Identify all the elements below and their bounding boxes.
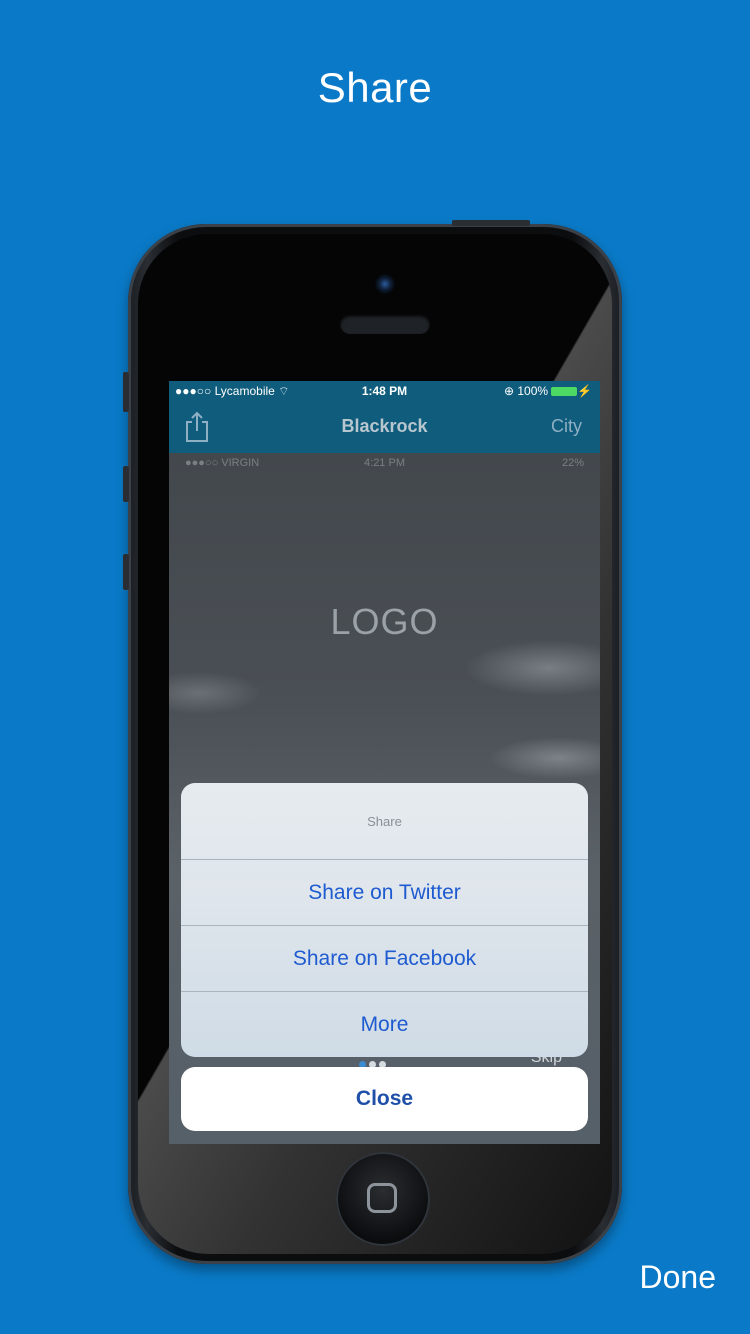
page-title: Share (317, 64, 433, 111)
charging-icon: ⚡ (577, 384, 592, 398)
inner-time: 4:21 PM (364, 457, 405, 469)
status-bar: ●●●○○ Lycamobile ⌔ 1:48 PM ⊕ 100% ⚡ (169, 381, 600, 401)
power-button (452, 220, 530, 226)
front-camera (375, 274, 395, 294)
share-facebook-button[interactable]: Share on Facebook (181, 926, 588, 992)
logo-placeholder: LOGO (330, 601, 439, 642)
volume-up-button (123, 466, 129, 502)
inner-status-bar: ●●●○○ VIRGIN 4:21 PM 22% (169, 457, 600, 473)
volume-down-button (123, 554, 129, 590)
phone-face: ●●●○○ Lycamobile ⌔ 1:48 PM ⊕ 100% ⚡ Black… (138, 234, 612, 1254)
close-button[interactable]: Close (181, 1067, 588, 1131)
city-button[interactable]: City (551, 416, 582, 437)
home-button[interactable] (336, 1152, 430, 1246)
status-battery: ⊕ 100% ⚡ (503, 384, 592, 398)
inner-battery: 22% (561, 457, 584, 469)
battery-icon (551, 387, 578, 396)
share-twitter-button[interactable]: Share on Twitter (181, 860, 588, 926)
home-square-icon (367, 1183, 397, 1213)
done-button[interactable]: Done (640, 1259, 717, 1296)
navigation-bar: Blackrock City (169, 401, 600, 453)
action-sheet: Share Share on Twitter Share on Facebook… (181, 783, 588, 1057)
nav-title: Blackrock (341, 416, 428, 436)
phone-screen: ●●●○○ Lycamobile ⌔ 1:48 PM ⊕ 100% ⚡ Black… (169, 381, 600, 1144)
action-sheet-title: Share (181, 783, 588, 860)
more-button[interactable]: More (181, 992, 588, 1057)
earpiece-speaker (340, 314, 430, 334)
phone-mockup: ●●●○○ Lycamobile ⌔ 1:48 PM ⊕ 100% ⚡ Black… (123, 220, 622, 1264)
mute-switch (123, 372, 129, 412)
